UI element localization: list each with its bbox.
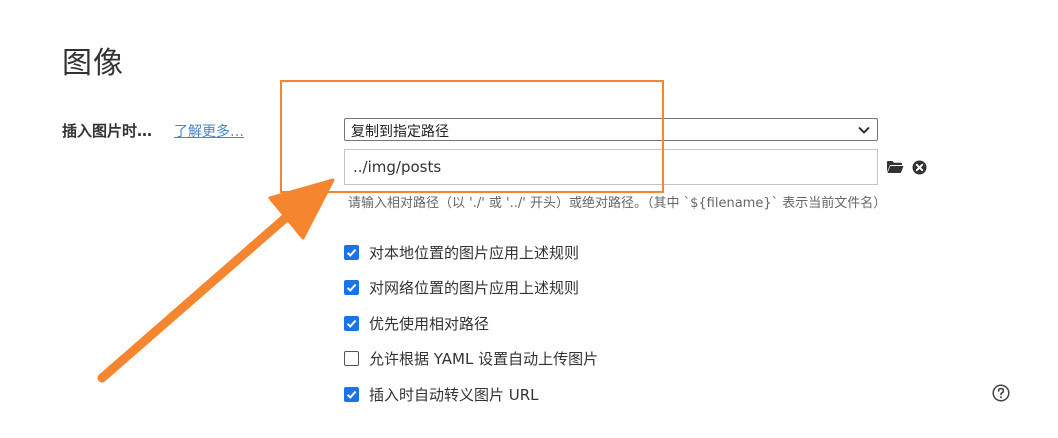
section-title: 图像 [62, 46, 124, 81]
checkbox[interactable] [344, 350, 359, 366]
chevron-down-icon [858, 126, 870, 134]
option-label: 对网络位置的图片应用上述规则 [369, 278, 580, 297]
checkbox[interactable] [344, 244, 359, 260]
insert-image-label: 插入图片时… [62, 122, 153, 140]
insert-action-select[interactable]: 复制到指定路径 [344, 118, 878, 141]
annotation-arrowhead [268, 178, 335, 240]
learn-more-link[interactable]: 了解更多… [174, 121, 244, 141]
help-icon[interactable] [992, 384, 1010, 402]
select-value: 复制到指定路径 [351, 124, 449, 140]
check-icon [346, 319, 357, 328]
checkbox[interactable] [344, 315, 359, 331]
option-row[interactable]: 优先使用相对路径 [344, 314, 490, 333]
folder-icon[interactable] [886, 160, 904, 174]
annotation-overlay [97, 80, 664, 383]
option-row[interactable]: 允许根据 YAML 设置自动上传图片 [344, 349, 599, 368]
check-icon [346, 248, 357, 257]
image-path-input[interactable] [344, 149, 878, 185]
path-hint: 请输入相对路径（以 './' 或 '../' 开头）或绝对路径。（其中 `${f… [348, 196, 887, 211]
option-label: 对本地位置的图片应用上述规则 [369, 243, 580, 262]
checkbox[interactable] [344, 386, 359, 402]
option-label: 优先使用相对路径 [369, 314, 490, 333]
option-label: 插入时自动转义图片 URL [369, 385, 539, 404]
check-icon [346, 283, 357, 292]
option-row[interactable]: 对本地位置的图片应用上述规则 [344, 243, 580, 262]
option-row[interactable]: 插入时自动转义图片 URL [344, 385, 539, 404]
clear-icon[interactable] [912, 160, 927, 175]
checkbox[interactable] [344, 279, 359, 295]
option-label: 允许根据 YAML 设置自动上传图片 [369, 349, 599, 368]
annotation-arrow-shaft [97, 209, 295, 383]
check-icon [346, 390, 357, 399]
option-row[interactable]: 对网络位置的图片应用上述规则 [344, 278, 580, 297]
